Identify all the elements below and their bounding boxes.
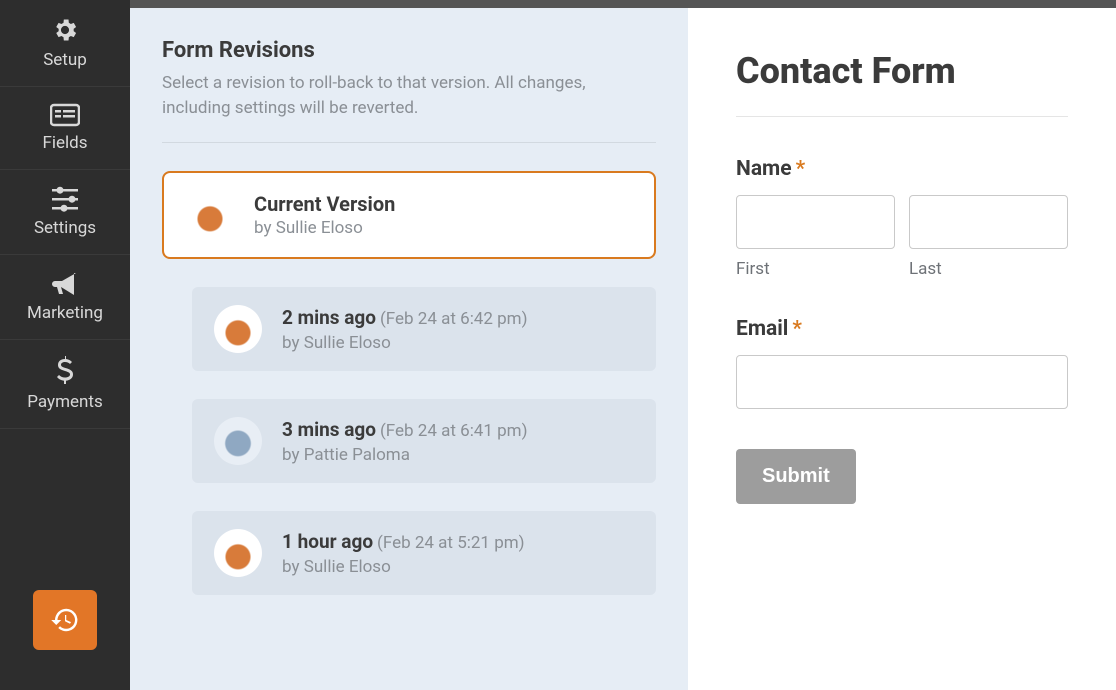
last-name-input[interactable] (909, 195, 1068, 249)
history-icon (50, 605, 80, 635)
sliders-icon (50, 186, 80, 212)
nav-settings[interactable]: Settings (0, 170, 130, 255)
revision-time: 2 mins ago (282, 306, 376, 329)
form-icon (50, 103, 80, 127)
revision-time: 3 mins ago (282, 418, 376, 441)
required-mark: * (792, 317, 802, 341)
avatar (214, 305, 262, 353)
form-title: Contact Form (736, 50, 1068, 117)
avatar (214, 529, 262, 577)
avatar (186, 191, 234, 239)
revisions-title: Form Revisions (162, 38, 656, 63)
revision-time: 1 hour ago (282, 530, 373, 553)
bullhorn-icon (50, 271, 80, 297)
required-mark: * (796, 157, 806, 181)
submit-button[interactable]: Submit (736, 449, 856, 504)
revision-item[interactable]: 1 hour ago (Feb 24 at 5:21 pm) by Sullie… (192, 511, 656, 595)
nav-label: Fields (42, 133, 87, 153)
revision-date: (Feb 24 at 6:42 pm) (380, 309, 528, 329)
revision-item[interactable]: 2 mins ago (Feb 24 at 6:42 pm) by Sullie… (192, 287, 656, 371)
name-label: Name* (736, 157, 1068, 181)
revision-date: (Feb 24 at 6:41 pm) (380, 421, 528, 441)
revision-author: by Sullie Eloso (282, 557, 525, 577)
dollar-icon (56, 356, 74, 386)
revisions-panel: Form Revisions Select a revision to roll… (130, 0, 688, 690)
first-sublabel: First (736, 259, 895, 279)
nav-label: Marketing (27, 303, 103, 323)
revision-author: by Pattie Paloma (282, 445, 528, 465)
revision-current[interactable]: Current Version by Sullie Eloso (162, 171, 656, 259)
current-version-author: by Sullie Eloso (254, 218, 395, 238)
email-input[interactable] (736, 355, 1068, 409)
current-version-title: Current Version (254, 192, 395, 216)
nav-setup[interactable]: Setup (0, 0, 130, 87)
revision-item[interactable]: 3 mins ago (Feb 24 at 6:41 pm) by Pattie… (192, 399, 656, 483)
revisions-description: Select a revision to roll-back to that v… (162, 71, 656, 143)
gear-icon (51, 16, 79, 44)
nav-label: Settings (34, 218, 96, 238)
revision-date: (Feb 24 at 5:21 pm) (377, 533, 525, 553)
last-sublabel: Last (909, 259, 1068, 279)
avatar (214, 417, 262, 465)
nav-label: Payments (27, 392, 102, 412)
email-label: Email* (736, 317, 1068, 341)
first-name-input[interactable] (736, 195, 895, 249)
revisions-button[interactable] (33, 590, 97, 650)
form-preview-panel: Contact Form Name* First Last Email* Sub… (688, 0, 1116, 690)
nav-marketing[interactable]: Marketing (0, 255, 130, 340)
nav-fields[interactable]: Fields (0, 87, 130, 170)
left-sidebar: Setup Fields Settings Marketing Payments (0, 0, 130, 690)
nav-payments[interactable]: Payments (0, 340, 130, 429)
revision-author: by Sullie Eloso (282, 333, 528, 353)
nav-label: Setup (43, 50, 87, 70)
